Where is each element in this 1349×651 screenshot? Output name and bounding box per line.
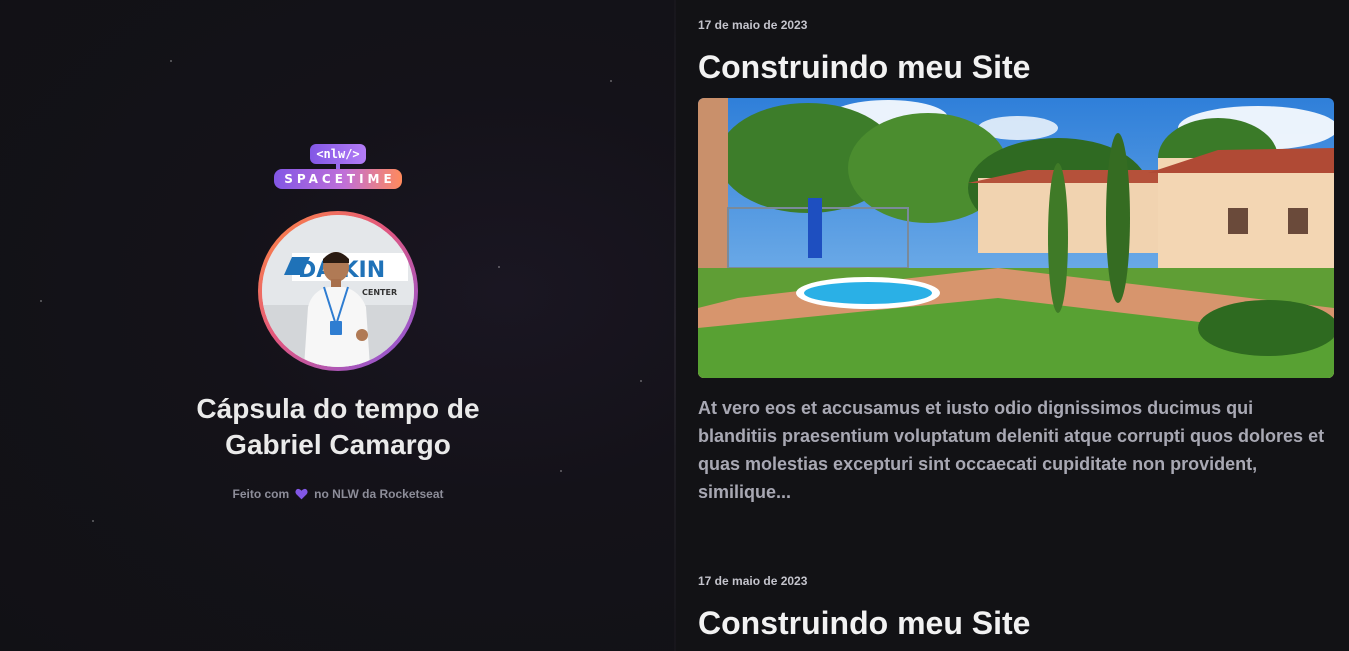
spacetime-logo: <nlw/> SPACETIME	[274, 144, 402, 189]
memory-post[interactable]: 17 de maio de 2023 Construindo meu Site	[698, 574, 1334, 642]
footer-prefix: Feito com	[232, 487, 290, 501]
star-decoration	[610, 80, 612, 82]
user-photo-icon: DAIKIN CENTER	[262, 215, 414, 367]
avatar-ring: DAIKIN CENTER	[258, 211, 418, 371]
capsule-title: Cápsula do tempo de Gabriel Camargo	[196, 391, 479, 463]
capsule-title-line2: Gabriel Camargo	[225, 429, 451, 460]
avatar: DAIKIN CENTER	[262, 215, 414, 367]
app-root: <nlw/> SPACETIME DAIKIN CENTER	[0, 0, 1349, 651]
post-excerpt: At vero eos et accusamus et iusto odio d…	[698, 398, 1325, 502]
post-title[interactable]: Construindo meu Site	[698, 48, 1334, 86]
spacetime-wordmark: SPACETIME	[274, 169, 402, 189]
post-date: 17 de maio de 2023	[698, 574, 808, 588]
footer-suffix: no NLW da Rocketseat	[314, 487, 444, 501]
nlw-tag: <nlw/>	[310, 144, 366, 164]
profile-panel: <nlw/> SPACETIME DAIKIN CENTER	[0, 0, 676, 651]
heart-icon	[295, 488, 308, 500]
star-decoration	[92, 520, 94, 522]
post-date: 17 de maio de 2023	[698, 18, 808, 32]
star-decoration	[170, 60, 172, 62]
post-title[interactable]: Construindo meu Site	[698, 604, 1334, 642]
footer-credit: Feito com no NLW da Rocketseat	[232, 487, 443, 501]
post-cover-image	[698, 98, 1334, 378]
capsule-title-line1: Cápsula do tempo de	[196, 393, 480, 424]
profile-column: <nlw/> SPACETIME DAIKIN CENTER	[0, 144, 676, 501]
svg-text:CENTER: CENTER	[362, 288, 397, 297]
memory-post[interactable]: 17 de maio de 2023 Construindo meu Site	[698, 18, 1334, 524]
memories-feed[interactable]: 17 de maio de 2023 Construindo meu Site	[676, 0, 1349, 651]
